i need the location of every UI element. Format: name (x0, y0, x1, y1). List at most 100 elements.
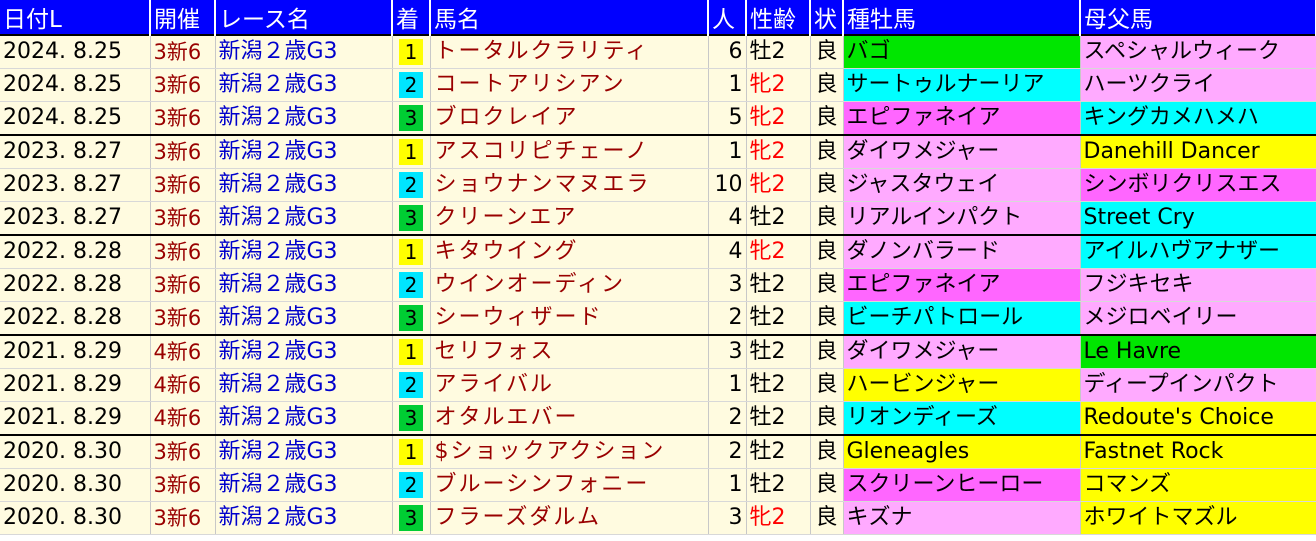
race-name[interactable]: 新潟２歳G3 (215, 168, 393, 202)
race-name[interactable]: 新潟２歳G3 (215, 334, 393, 369)
sire-name[interactable]: サートゥルナーリア (843, 68, 1081, 102)
col-race[interactable]: レース名 (215, 0, 393, 35)
sex-age: 牝2 (746, 134, 811, 169)
horse-name[interactable]: セリフォス (430, 334, 709, 369)
sire-name[interactable]: エピファネイア (843, 268, 1081, 302)
table-row[interactable]: 2024. 8.25 3新6 新潟２歳G3 2 コートアリシアン 1 牝2 良サートゥルナーリ… (0, 68, 1316, 102)
table-row[interactable]: 2022. 8.28 3新6 新潟２歳G3 3 シーウィザード 2 牡2 良ビーチパトロールメ… (0, 301, 1316, 336)
col-date[interactable]: 日付L (0, 0, 151, 35)
table-row[interactable]: 2022. 8.28 3新6 新潟２歳G3 2 ウインオーディン 3 牡2 良エピファネイアフ… (0, 268, 1316, 302)
table-row[interactable]: 2021. 8.29 4新6 新潟２歳G3 3 オタルエバー 2 牡2 良リオンディーズ Red… (0, 401, 1316, 436)
sire-name[interactable]: ハービンジャー (843, 368, 1081, 402)
race-name[interactable]: 新潟２歳G3 (215, 401, 393, 436)
horse-name[interactable]: フラーズダルム (430, 501, 709, 535)
sire-name[interactable]: Gleneagles (843, 434, 1081, 469)
finish-rank: 3 (392, 501, 431, 535)
table-row[interactable]: 2020. 8.30 3新6 新潟２歳G3 3 フラーズダルム 3 牝2 良キズナ ホワイトマズ… (0, 501, 1316, 535)
sire-name[interactable]: ダイワメジャー (843, 134, 1081, 169)
table-row[interactable]: 2020. 8.30 3新6 新潟２歳G3 1 $ショックアクション 2 牡2 良 Glenea… (0, 434, 1316, 469)
rank-badge: 1 (399, 139, 423, 165)
horse-name[interactable]: アライバル (430, 368, 709, 402)
popularity: 2 (708, 434, 747, 469)
damsire-name[interactable]: スペシャルウィーク (1080, 34, 1316, 69)
race-name[interactable]: 新潟２歳G3 (215, 101, 393, 136)
race-name[interactable]: 新潟２歳G3 (215, 268, 393, 302)
race-date: 2024. 8.25 (0, 34, 151, 69)
horse-name[interactable]: コートアリシアン (430, 68, 709, 102)
table-row[interactable]: 2024. 8.25 3新6 新潟２歳G3 1 トータルクラリティ 6 牡2 良バゴ スペシャル… (0, 34, 1316, 69)
horse-name[interactable]: $ショックアクション (430, 434, 709, 469)
track-condition: 良 (810, 468, 844, 502)
horse-name[interactable]: トータルクラリティ (430, 34, 709, 69)
meeting-code: 3新6 (150, 268, 216, 302)
race-name[interactable]: 新潟２歳G3 (215, 468, 393, 502)
damsire-name[interactable]: Danehill Dancer (1080, 134, 1316, 169)
race-name[interactable]: 新潟２歳G3 (215, 501, 393, 535)
col-horse[interactable]: 馬名 (430, 0, 709, 35)
race-name[interactable]: 新潟２歳G3 (215, 134, 393, 169)
col-track[interactable]: 状 (810, 0, 844, 35)
horse-name[interactable]: ウインオーディン (430, 268, 709, 302)
table-row[interactable]: 2023. 8.27 3新6 新潟２歳G3 3 クリーンエア 4 牡2 良リアルインパクト St… (0, 201, 1316, 236)
col-sex-age[interactable]: 性齢 (746, 0, 811, 35)
sire-name[interactable]: ダイワメジャー (843, 334, 1081, 369)
finish-rank: 3 (392, 301, 431, 336)
col-rank[interactable]: 着 (392, 0, 431, 35)
horse-name[interactable]: クリーンエア (430, 201, 709, 236)
sex-age: 牡2 (746, 368, 811, 402)
table-row[interactable]: 2021. 8.29 4新6 新潟２歳G3 2 アライバル 1 牡2 良ハービンジャー ディープ… (0, 368, 1316, 402)
damsire-name[interactable]: ハーツクライ (1080, 68, 1316, 102)
table-row[interactable]: 2022. 8.28 3新6 新潟２歳G3 1 キタウイング 4 牝2 良ダノンバラード アイル… (0, 234, 1316, 269)
sire-name[interactable]: リアルインパクト (843, 201, 1081, 236)
horse-name[interactable]: オタルエバー (430, 401, 709, 436)
damsire-name[interactable]: ホワイトマズル (1080, 501, 1316, 535)
damsire-name[interactable]: Fastnet Rock (1080, 434, 1316, 469)
race-name[interactable]: 新潟２歳G3 (215, 434, 393, 469)
race-name[interactable]: 新潟２歳G3 (215, 34, 393, 69)
col-damsire[interactable]: 母父馬 (1080, 0, 1316, 35)
col-popularity[interactable]: 人 (708, 0, 747, 35)
damsire-name[interactable]: フジキセキ (1080, 268, 1316, 302)
damsire-name[interactable]: ディープインパクト (1080, 368, 1316, 402)
table-row[interactable]: 2021. 8.29 4新6 新潟２歳G3 1 セリフォス 3 牡2 良ダイワメジャー Le H… (0, 334, 1316, 369)
col-meeting[interactable]: 開催 (150, 0, 216, 35)
race-name[interactable]: 新潟２歳G3 (215, 68, 393, 102)
damsire-name[interactable]: Le Havre (1080, 334, 1316, 369)
sire-name[interactable]: リオンディーズ (843, 401, 1081, 436)
damsire-name[interactable]: アイルハヴアナザー (1080, 234, 1316, 269)
sire-name[interactable]: キズナ (843, 501, 1081, 535)
sire-name[interactable]: ジャスタウェイ (843, 168, 1081, 202)
damsire-name[interactable]: Street Cry (1080, 201, 1316, 236)
race-name[interactable]: 新潟２歳G3 (215, 301, 393, 336)
sire-name[interactable]: スクリーンヒーロー (843, 468, 1081, 502)
damsire-name[interactable]: コマンズ (1080, 468, 1316, 502)
horse-name[interactable]: ブルーシンフォニー (430, 468, 709, 502)
race-name[interactable]: 新潟２歳G3 (215, 368, 393, 402)
horse-name[interactable]: ショウナンマヌエラ (430, 168, 709, 202)
meeting-code: 4新6 (150, 401, 216, 436)
race-name[interactable]: 新潟２歳G3 (215, 234, 393, 269)
finish-rank: 2 (392, 368, 431, 402)
rank-badge: 2 (399, 472, 423, 498)
race-name[interactable]: 新潟２歳G3 (215, 201, 393, 236)
table-row[interactable]: 2023. 8.27 3新6 新潟２歳G3 1 アスコリピチェーノ 1 牝2 良ダイワメジャー… (0, 134, 1316, 169)
damsire-name[interactable]: Redoute's Choice (1080, 401, 1316, 436)
damsire-name[interactable]: キングカメハメハ (1080, 101, 1316, 136)
race-date: 2020. 8.30 (0, 434, 151, 469)
horse-name[interactable]: ブロクレイア (430, 101, 709, 136)
damsire-name[interactable]: メジロベイリー (1080, 301, 1316, 336)
col-sire[interactable]: 種牡馬 (843, 0, 1081, 35)
table-row[interactable]: 2020. 8.30 3新6 新潟２歳G3 2 ブルーシンフォニー 1 牡2 良スクリーンヒー… (0, 468, 1316, 502)
horse-name[interactable]: キタウイング (430, 234, 709, 269)
popularity: 1 (708, 468, 747, 502)
sire-name[interactable]: バゴ (843, 34, 1081, 69)
sire-name[interactable]: ビーチパトロール (843, 301, 1081, 336)
sex-age: 牝2 (746, 68, 811, 102)
sire-name[interactable]: エピファネイア (843, 101, 1081, 136)
horse-name[interactable]: アスコリピチェーノ (430, 134, 709, 169)
damsire-name[interactable]: シンボリクリスエス (1080, 168, 1316, 202)
table-row[interactable]: 2023. 8.27 3新6 新潟２歳G3 2 ショウナンマヌエラ 10 牝2 良ジャスタウェ… (0, 168, 1316, 202)
horse-name[interactable]: シーウィザード (430, 301, 709, 336)
table-row[interactable]: 2024. 8.25 3新6 新潟２歳G3 3 ブロクレイア 5 牝2 良エピファネイア キング… (0, 101, 1316, 136)
sire-name[interactable]: ダノンバラード (843, 234, 1081, 269)
